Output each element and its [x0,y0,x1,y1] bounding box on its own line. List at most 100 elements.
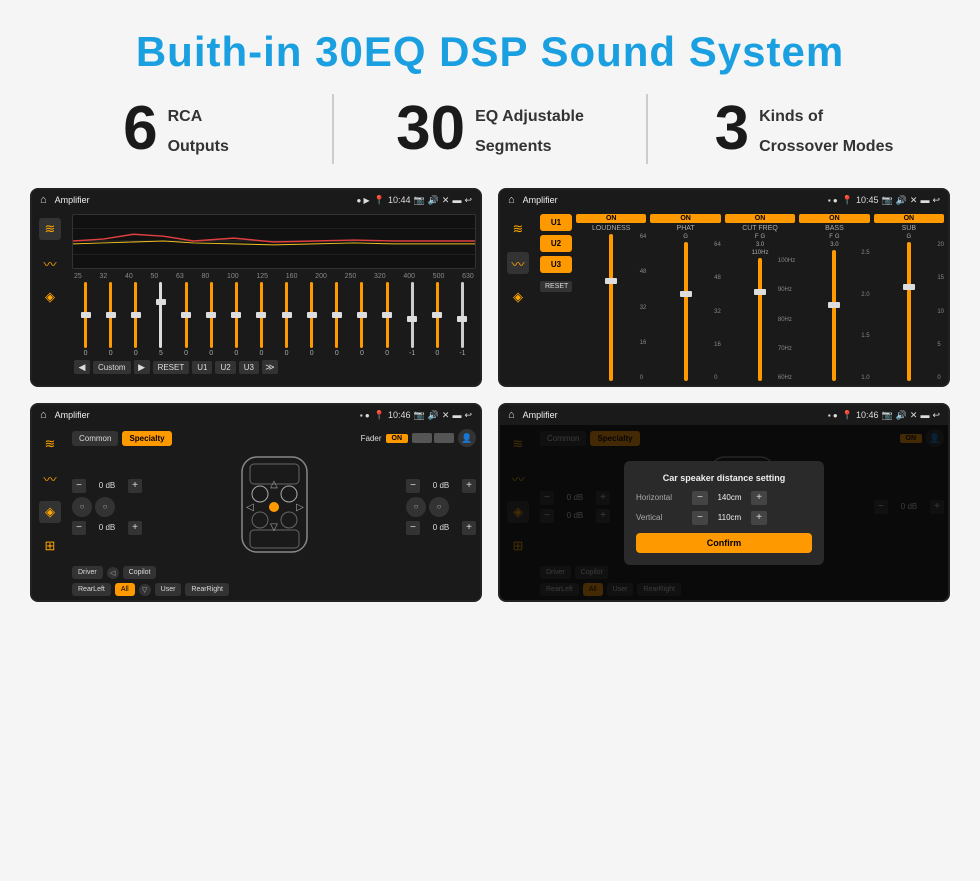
dialog-horizontal-label: Horizontal [636,493,686,502]
back-icon-1: ↩ [464,195,472,206]
eq-freq-labels: 25 32 40 50 63 80 100 125 160 200 250 32… [72,273,476,280]
rearright-btn[interactable]: RearRight [185,583,229,596]
vol-rr-plus[interactable]: + [462,521,476,535]
eq-slider-3[interactable]: 5 [149,282,172,357]
xover-ch-phat: ON PHAT G 64 48 32 16 [650,214,720,381]
eq-filter-icon-3[interactable]: ≋ [39,433,61,455]
status-icons-1: 📍 10:44 📷 🔊 ✕ ▬ ↩ [374,195,472,206]
eq-slider-14[interactable]: 0 [426,282,449,357]
wave-icon-2[interactable]: 〰 [507,252,529,274]
home-icon-3: ⌂ [40,409,47,421]
vol-fr-minus[interactable]: − [406,479,420,493]
freq-630: 630 [462,273,474,280]
eq-u1-btn[interactable]: U1 [192,361,212,374]
confirm-button[interactable]: Confirm [636,533,812,553]
stat-divider-1 [332,94,334,164]
svg-text:◁: ◁ [246,502,254,513]
eq-filter-icon-2[interactable]: ≋ [507,218,529,240]
tab-specialty-3[interactable]: Specialty [122,431,171,446]
vol-rl-plus[interactable]: + [128,521,142,535]
vol-rear-right: − 0 dB + [406,521,476,535]
eq-slider-12[interactable]: 0 [376,282,399,357]
copilot-btn[interactable]: Copilot [123,566,157,579]
eq-slider-10[interactable]: 0 [325,282,348,357]
eq-slider-11[interactable]: 0 [350,282,373,357]
eq-reset-btn[interactable]: RESET [153,361,190,374]
wave-icon-3[interactable]: 〰 [39,467,61,489]
xover-u2-btn[interactable]: U2 [540,235,572,252]
vol-rl-minus[interactable]: − [72,521,86,535]
dialog-overlay: Car speaker distance setting Horizontal … [500,425,948,600]
wave-icon[interactable]: 〰 [39,252,61,274]
vol-rr-minus[interactable]: − [406,521,420,535]
eq-slider-0[interactable]: 0 [74,282,97,357]
ch-label-loudness: LOUDNESS [576,225,646,232]
xover-u3-btn[interactable]: U3 [540,256,572,273]
xover-u1-btn[interactable]: U1 [540,214,572,231]
xover-reset-btn[interactable]: RESET [540,281,572,292]
eq-slider-13[interactable]: -1 [401,282,424,357]
rect-icon-3: ▬ [452,410,461,420]
eq-custom-btn[interactable]: Custom [93,361,131,374]
speaker-icon[interactable]: ◈ [39,286,61,308]
horizontal-value: 140cm [712,493,747,502]
eq-u2-btn[interactable]: U2 [215,361,235,374]
balance-icon-3[interactable]: ⊞ [39,535,61,557]
vol-fl-plus[interactable]: + [128,479,142,493]
slider-phat[interactable]: 64 48 32 16 0 [650,242,720,381]
eq-expand-btn[interactable]: ≫ [262,360,278,374]
user-btn-3[interactable]: User [155,583,182,596]
fader-on-badge[interactable]: ON [386,434,409,443]
all-btn[interactable]: All [115,583,135,596]
status-bar-2: ⌂ Amplifier ▪ ● 📍 10:45 📷 🔊 ✕ ▬ ↩ [500,190,948,210]
rearleft-btn[interactable]: RearLeft [72,583,111,596]
tab-common-3[interactable]: Common [72,431,118,446]
vol-fl-value: 0 dB [89,481,125,490]
slider-loudness[interactable]: 64 48 32 16 0 [576,234,646,381]
status-icons-4: 📍 10:46 📷 🔊 ✕ ▬ ↩ [842,410,940,421]
eq-slider-1[interactable]: 0 [99,282,122,357]
vol-front-right: − 0 dB + [406,479,476,493]
driver-btn[interactable]: Driver [72,566,103,579]
svg-text:▽: ▽ [270,522,278,533]
eq-u3-btn[interactable]: U3 [239,361,259,374]
stats-row: 6 RCA Outputs 30 EQ Adjustable Segments … [40,94,940,164]
eq-filter-icon[interactable]: ≋ [39,218,61,240]
slider-bass[interactable]: 2.5 2.0 1.5 1.0 [799,250,869,381]
app-title-1: Amplifier [55,195,353,205]
on-badge-cutfreq[interactable]: ON [725,214,795,223]
speaker-icon-3[interactable]: ◈ [39,501,61,523]
slider-sub[interactable]: 20 15 10 5 0 [874,242,944,381]
eq-slider-4[interactable]: 0 [175,282,198,357]
pin-icon-4: 📍 [842,410,853,421]
slider-cutfreq[interactable]: 100Hz 90Hz 80Hz 70Hz 60Hz [725,258,795,381]
fader-center: △ ▽ ◁ ▷ [148,452,400,562]
speaker-icon-2[interactable]: ◈ [507,286,529,308]
vertical-plus-btn[interactable]: + [751,511,767,525]
eq-slider-2[interactable]: 0 [124,282,147,357]
on-badge-sub[interactable]: ON [874,214,944,223]
eq-slider-6[interactable]: 0 [225,282,248,357]
on-badge-loudness[interactable]: ON [576,214,646,223]
x-icon-2: ✕ [910,195,918,206]
vertical-minus-btn[interactable]: − [692,511,708,525]
eq-slider-8[interactable]: 0 [275,282,298,357]
on-badge-phat[interactable]: ON [650,214,720,223]
eq-prev-btn[interactable]: ◀ [74,360,90,374]
settings-icon-3[interactable]: 👤 [458,429,476,447]
eq-slider-15[interactable]: -1 [451,282,474,357]
eq-slider-7[interactable]: 0 [250,282,273,357]
freq-100: 100 [227,273,239,280]
time-3: 10:46 [388,410,411,420]
stat-sublabel-eq: Segments [475,128,584,158]
vol-fl-minus[interactable]: − [72,479,86,493]
eq-slider-9[interactable]: 0 [300,282,323,357]
eq-slider-5[interactable]: 0 [200,282,223,357]
horizontal-plus-btn[interactable]: + [751,491,767,505]
on-badge-bass[interactable]: ON [799,214,869,223]
horizontal-minus-btn[interactable]: − [692,491,708,505]
stat-crossover: 3 Kinds of Crossover Modes [668,98,940,160]
fader-bottom-row-2: RearLeft All ▽ User RearRight [72,583,476,596]
vol-fr-plus[interactable]: + [462,479,476,493]
eq-next-btn[interactable]: ▶ [134,360,150,374]
